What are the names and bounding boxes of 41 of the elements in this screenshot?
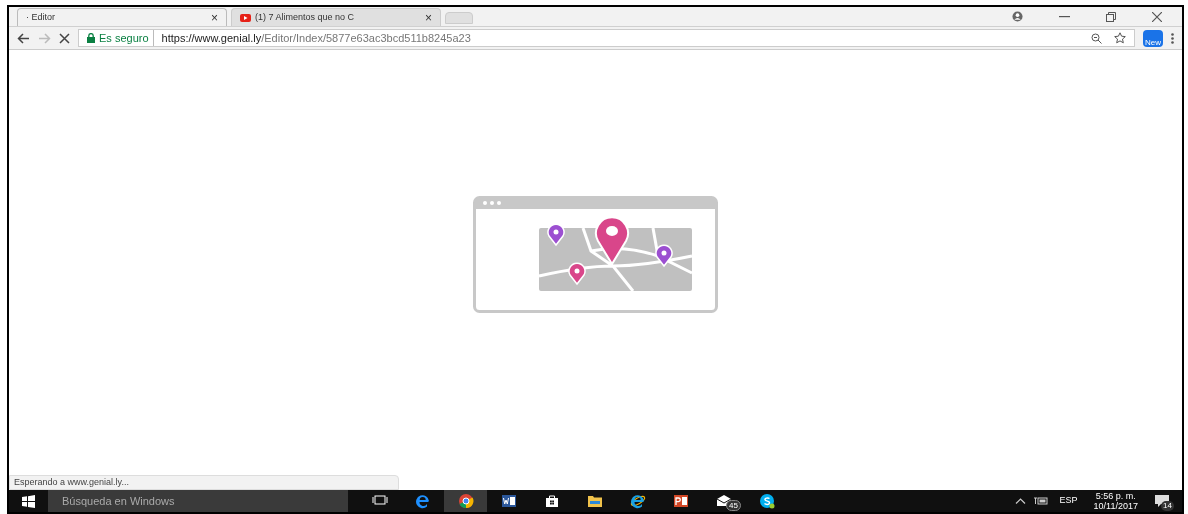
skype-icon	[758, 493, 775, 509]
stop-loading-icon[interactable]	[59, 32, 70, 44]
windows-start-icon[interactable]	[22, 494, 35, 508]
language-indicator[interactable]: ESP	[1059, 494, 1078, 508]
back-arrow-icon[interactable]	[17, 32, 30, 44]
url-text: https://www.genial.ly/Editor/Index/5877e63ac3bcd511b8245a23	[160, 30, 471, 46]
secure-label: Es seguro	[99, 29, 154, 47]
minimize-icon[interactable]	[1059, 15, 1070, 18]
taskbar-app-button[interactable]: 45	[702, 490, 745, 512]
edge-browser-icon	[414, 493, 431, 509]
lock-icon	[87, 33, 95, 43]
tab-title: · Editor	[26, 10, 56, 24]
taskbar-app-button[interactable]	[444, 490, 487, 512]
close-icon[interactable]	[1152, 11, 1162, 22]
zoom-icon[interactable]	[1091, 32, 1102, 44]
clock-time[interactable]: 5:56 p. m.	[1095, 491, 1136, 501]
address-bar[interactable]: Es seguro https://www.genial.ly/Editor/Index/5877e63ac3bcd511b8245a23	[78, 29, 1135, 47]
chrome-browser-icon	[457, 493, 474, 509]
tab-title: (1) 7 Alimentos que no C	[255, 10, 356, 24]
battery-icon[interactable]	[1033, 497, 1048, 505]
tab-close-button[interactable]: ×	[425, 11, 432, 24]
powerpoint-icon	[672, 493, 689, 509]
internet-explorer-icon	[629, 493, 646, 509]
profile-icon[interactable]	[1012, 11, 1023, 22]
store-bag-icon	[543, 493, 560, 509]
video-play-icon	[240, 13, 251, 22]
browser-tab[interactable]: (1) 7 Alimentos que no C ×	[231, 8, 441, 26]
notification-count: 14	[1161, 501, 1174, 511]
status-bubble: Esperando a www.genial.ly...	[9, 475, 399, 490]
unread-count-badge: 45	[726, 500, 741, 511]
folder-icon	[586, 493, 603, 509]
search-field[interactable]: Búsqueda en Windows	[48, 490, 348, 512]
menu-icon[interactable]	[1171, 32, 1174, 44]
chevron-up-icon[interactable]	[1014, 498, 1026, 504]
clock-date[interactable]: 10/11/2017	[1093, 501, 1138, 511]
restore-icon[interactable]	[1106, 11, 1116, 22]
word-icon	[500, 493, 517, 509]
tab-close-button[interactable]: ×	[211, 11, 218, 24]
extension-button[interactable]: New	[1143, 29, 1163, 47]
star-icon[interactable]	[1114, 32, 1126, 44]
browser-tab[interactable]: · Editor ×	[17, 8, 227, 26]
